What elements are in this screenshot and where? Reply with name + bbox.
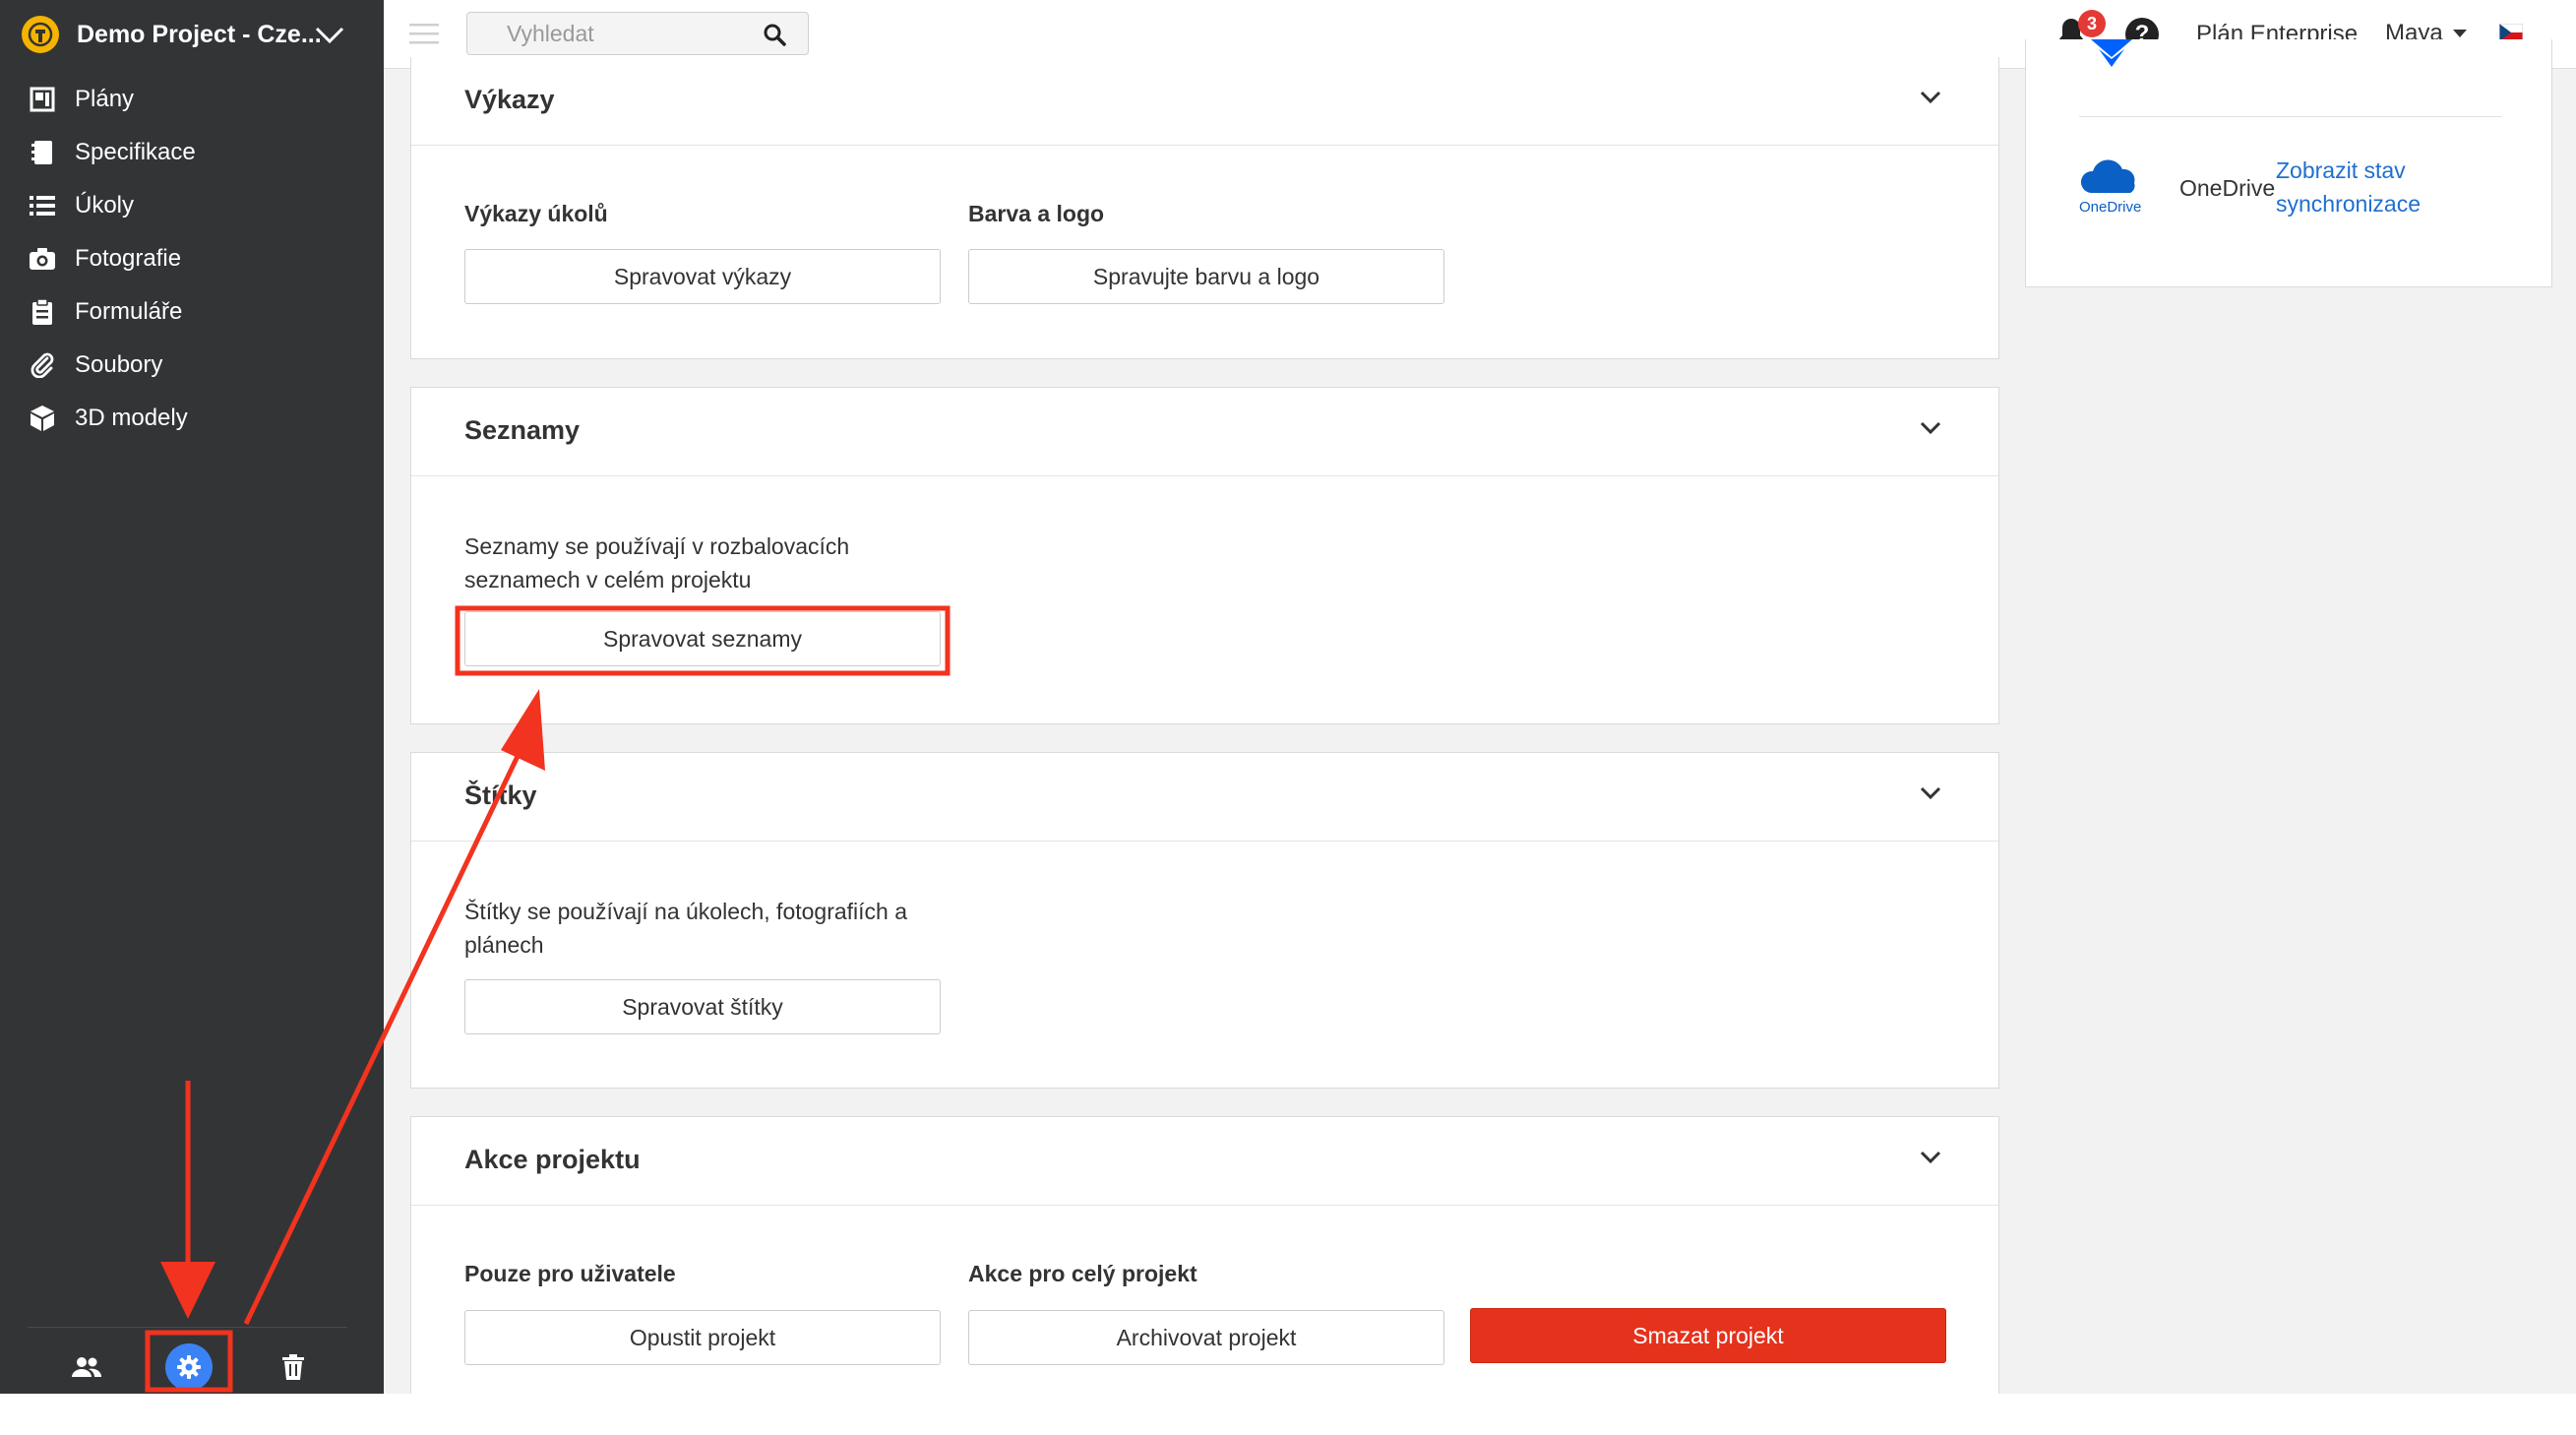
sidebar-item-specifications[interactable]: Specifikace: [0, 126, 384, 179]
sidebar-item-label: 3D modely: [75, 405, 188, 431]
project-actions-section: Akce projektu Pouze pro uživatele Opusti…: [410, 1116, 1999, 1394]
project-actions-section-header[interactable]: Akce projektu: [411, 1117, 1998, 1206]
sidebar-item-files[interactable]: Soubory: [0, 339, 384, 392]
project-name: Demo Project - Cze...: [77, 20, 322, 48]
color-logo-label: Barva a logo: [968, 201, 1105, 226]
project-logo-icon: [22, 16, 59, 53]
members-button[interactable]: [61, 1341, 112, 1393]
sidebar-item-label: Plány: [75, 86, 135, 112]
chevron-down-icon[interactable]: [1920, 91, 1941, 104]
dropbox-icon: [2091, 39, 2132, 67]
plans-icon: [28, 85, 57, 114]
search-input[interactable]: [507, 20, 753, 47]
sidebar-item-label: Fotografie: [75, 245, 182, 272]
sidebar-nav: Plány Specifikace Úkoly Fotografie Formu…: [0, 73, 384, 445]
leave-project-button[interactable]: Opustit projekt: [464, 1310, 941, 1365]
onedrive-logo-text: OneDrive: [2079, 199, 2142, 216]
specifications-icon: [28, 138, 57, 167]
archive-project-button[interactable]: Archivovat projekt: [968, 1310, 1444, 1365]
sidebar-item-photos[interactable]: Fotografie: [0, 232, 384, 285]
whole-project-label: Akce pro celý projekt: [968, 1261, 1197, 1286]
divider: [2079, 116, 2502, 117]
lists-description: Seznamy se používají v rozbalovacích sez…: [464, 533, 850, 593]
sidebar-footer: [28, 1327, 347, 1394]
lists-section: Seznamy Seznamy se používají v rozbalova…: [410, 387, 1999, 724]
lists-section-header[interactable]: Seznamy: [411, 388, 1998, 476]
user-only-label: Pouze pro uživatele: [464, 1261, 676, 1286]
sidebar-item-label: Úkoly: [75, 192, 135, 218]
camera-icon: [28, 244, 57, 274]
onedrive-name: OneDrive: [2179, 175, 2276, 201]
tags-section-header[interactable]: Štítky: [411, 753, 1998, 842]
sidebar: Demo Project - Cze... Plány Specifikace: [0, 0, 384, 1394]
sidebar-item-label: Soubory: [75, 351, 163, 378]
tags-section: Štítky Štítky se používají na úkolech, f…: [410, 752, 1999, 1089]
search-box: [466, 12, 809, 55]
sidebar-item-3d-models[interactable]: 3D modely: [0, 392, 384, 445]
manage-tags-button[interactable]: Spravovat štítky: [464, 979, 941, 1034]
sync-status-link[interactable]: Zobrazit stav synchronizace: [2276, 154, 2473, 220]
sidebar-item-plans[interactable]: Plány: [0, 73, 384, 126]
clipboard-icon: [28, 297, 57, 327]
sidebar-item-label: Specifikace: [75, 139, 196, 165]
paperclip-icon: [28, 350, 57, 380]
integrations-panel: OneDrive OneDrive Zobrazit stav synchron…: [2025, 39, 2552, 287]
chevron-down-icon[interactable]: [1920, 421, 1941, 435]
onedrive-cloud-icon: [2080, 159, 2135, 193]
caret-down-icon: [2452, 30, 2467, 37]
search-icon[interactable]: [763, 23, 786, 46]
sidebar-item-tasks[interactable]: Úkoly: [0, 179, 384, 232]
cube-icon: [28, 404, 57, 433]
hamburger-menu-icon[interactable]: [409, 22, 439, 45]
app-frame: Demo Project - Cze... Plány Specifikace: [0, 0, 2576, 1394]
sidebar-item-label: Formuláře: [75, 298, 183, 325]
users-icon: [72, 1357, 102, 1377]
manage-reports-button[interactable]: Spravovat výkazy: [464, 249, 941, 304]
settings-gear-icon: [165, 1343, 213, 1391]
project-switcher[interactable]: Demo Project - Cze...: [0, 0, 384, 69]
section-title: Akce projektu: [464, 1145, 641, 1174]
tasks-list-icon: [28, 191, 57, 220]
trash-button[interactable]: [268, 1341, 319, 1393]
sidebar-item-forms[interactable]: Formuláře: [0, 285, 384, 339]
delete-project-button[interactable]: Smazat projekt: [1470, 1308, 1946, 1363]
notification-badge: 3: [2078, 10, 2106, 37]
chevron-down-icon[interactable]: [313, 20, 346, 49]
settings-button[interactable]: [163, 1341, 215, 1393]
manage-lists-button[interactable]: Spravovat seznamy: [464, 611, 941, 666]
reports-section: Výkazy Výkazy úkolů Spravovat výkazy Bar…: [410, 57, 1999, 359]
tags-description: Štítky se používají na úkolech, fotograf…: [464, 899, 908, 958]
manage-color-logo-button[interactable]: Spravujte barvu a logo: [968, 249, 1444, 304]
trash-icon: [282, 1354, 304, 1380]
section-title: Výkazy: [464, 85, 555, 114]
onedrive-logo: OneDrive: [2077, 157, 2166, 216]
reports-section-header[interactable]: Výkazy: [411, 57, 1998, 146]
section-title: Seznamy: [464, 415, 581, 445]
section-title: Štítky: [464, 780, 537, 810]
task-reports-label: Výkazy úkolů: [464, 201, 608, 226]
chevron-down-icon[interactable]: [1920, 786, 1941, 800]
chevron-down-icon[interactable]: [1920, 1151, 1941, 1164]
